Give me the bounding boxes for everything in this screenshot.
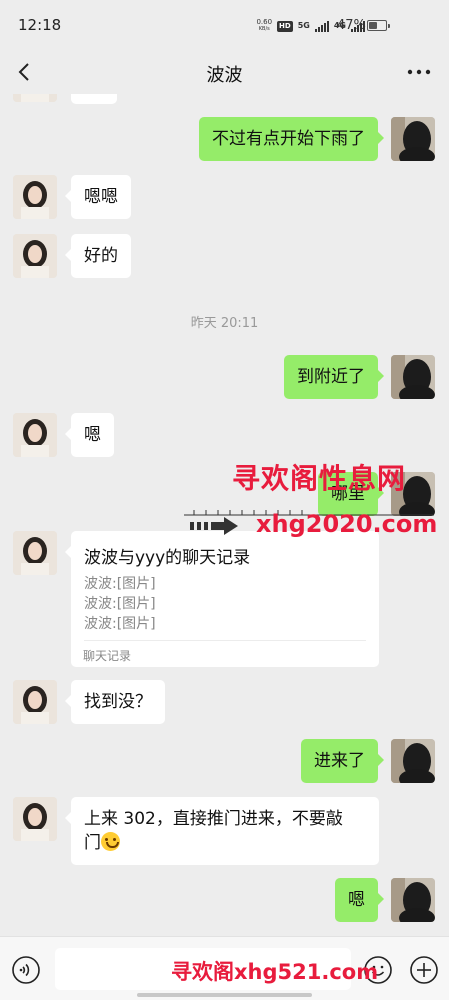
net-speed: 0.60 KB/s <box>256 18 273 33</box>
chat-record-card[interactable]: 波波与yyy的聊天记录 波波:[图片] 波波:[图片] 波波:[图片] 聊天记录 <box>65 531 379 667</box>
status-bar: 12:18 0.60 KB/s HD 5G 4G 47% <box>0 0 449 52</box>
avatar-self[interactable] <box>391 739 435 783</box>
message-bubble-partial[interactable] <box>71 94 117 104</box>
message-text: 上来 302，直接推门进来，不要敲门 <box>84 809 343 853</box>
chat-record-line: 波波:[图片] <box>84 576 156 592</box>
smiling-sweat-emoji <box>101 832 120 851</box>
avatar-contact[interactable] <box>13 175 57 219</box>
signal-icon <box>314 20 329 32</box>
battery-fill <box>369 22 377 29</box>
message-bubble-self[interactable]: 嗯 <box>335 878 384 922</box>
avatar-contact[interactable] <box>13 531 57 575</box>
message-bubble-self[interactable]: 到附近了 <box>284 355 384 399</box>
avatar-contact[interactable] <box>13 94 57 102</box>
chat-record-line: 波波:[图片] <box>84 616 156 632</box>
chat-title: 波波 <box>206 65 243 86</box>
message-bubble-contact[interactable]: 嗯 <box>65 413 114 457</box>
hd-badge: HD <box>277 20 293 32</box>
home-indicator[interactable] <box>137 993 312 997</box>
avatar-contact[interactable] <box>13 797 57 841</box>
message-bubble-self[interactable]: 不过有点开始下雨了 <box>199 117 384 161</box>
plus-icon[interactable] <box>409 955 439 985</box>
battery-icon <box>367 20 390 31</box>
watermark-bottom: 寻欢阁xhg521.com <box>171 960 379 984</box>
divider <box>84 640 366 641</box>
chat-record-footer: 聊天记录 <box>83 649 132 663</box>
battery-percent: 47% <box>337 18 366 33</box>
message-bubble-contact[interactable]: 找到没？ <box>65 680 165 724</box>
chat-record-line: 波波:[图片] <box>84 596 156 612</box>
avatar-contact[interactable] <box>13 680 57 724</box>
watermark-domain: xhg2020.com <box>256 510 438 538</box>
message-bubble-contact[interactable]: 好的 <box>65 234 131 278</box>
avatar-self[interactable] <box>391 878 435 922</box>
arrow-right-icon <box>190 517 238 535</box>
avatar-self[interactable] <box>391 117 435 161</box>
more-dots-icon[interactable] <box>405 61 433 83</box>
avatar-self[interactable] <box>391 355 435 399</box>
avatar-contact[interactable] <box>13 413 57 457</box>
chat-record-title: 波波与yyy的聊天记录 <box>84 548 251 568</box>
watermark-title: 寻欢阁性息网 <box>232 462 407 495</box>
nav-bar: 波波 <box>0 52 449 94</box>
message-bubble-self[interactable]: 进来了 <box>301 739 384 783</box>
network-5g-label: 5G <box>297 21 310 30</box>
voice-icon[interactable] <box>11 955 41 985</box>
avatar-contact[interactable] <box>13 234 57 278</box>
status-time: 12:18 <box>18 16 62 34</box>
message-bubble-contact[interactable]: 嗯嗯 <box>65 175 131 219</box>
timestamp: 昨天 20:11 <box>190 316 259 331</box>
message-bubble-contact[interactable]: 上来 302，直接推门进来，不要敲门 <box>65 797 379 865</box>
